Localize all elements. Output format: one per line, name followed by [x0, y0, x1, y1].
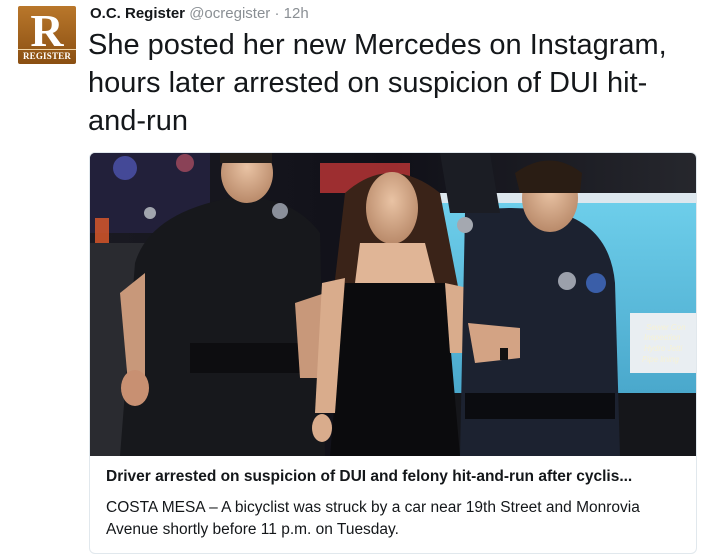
van-sign-line: Hydro Jetti — [644, 344, 682, 353]
card-description: COSTA MESA – A bicyclist was struck by a… — [106, 499, 640, 538]
tweet-header: O.C. Register @ocregister · 12h — [90, 5, 309, 22]
tweet: R REGISTER O.C. Register @ocregister · 1… — [0, 0, 716, 554]
link-card[interactable]: Sewer Con Inspection Hydro Jetti Pipe li… — [89, 152, 697, 554]
avatar-logo-caption: REGISTER — [18, 49, 76, 61]
van-sign-line: Sewer Con — [646, 323, 686, 332]
author-handle[interactable]: @ocregister — [189, 5, 270, 22]
timestamp[interactable]: 12h — [284, 5, 309, 22]
van-sign-line: Inspection — [644, 333, 681, 342]
author-name[interactable]: O.C. Register — [90, 5, 185, 22]
separator-dot: · — [274, 5, 280, 22]
card-title[interactable]: Driver arrested on suspicion of DUI and … — [106, 468, 682, 486]
tweet-text: She posted her new Mercedes on Instagram… — [88, 29, 667, 137]
van-sign-line: Pipe lining — [642, 355, 679, 364]
article-photo[interactable]: Sewer Con Inspection Hydro Jetti Pipe li… — [90, 153, 696, 456]
avatar[interactable]: R REGISTER — [18, 6, 76, 64]
